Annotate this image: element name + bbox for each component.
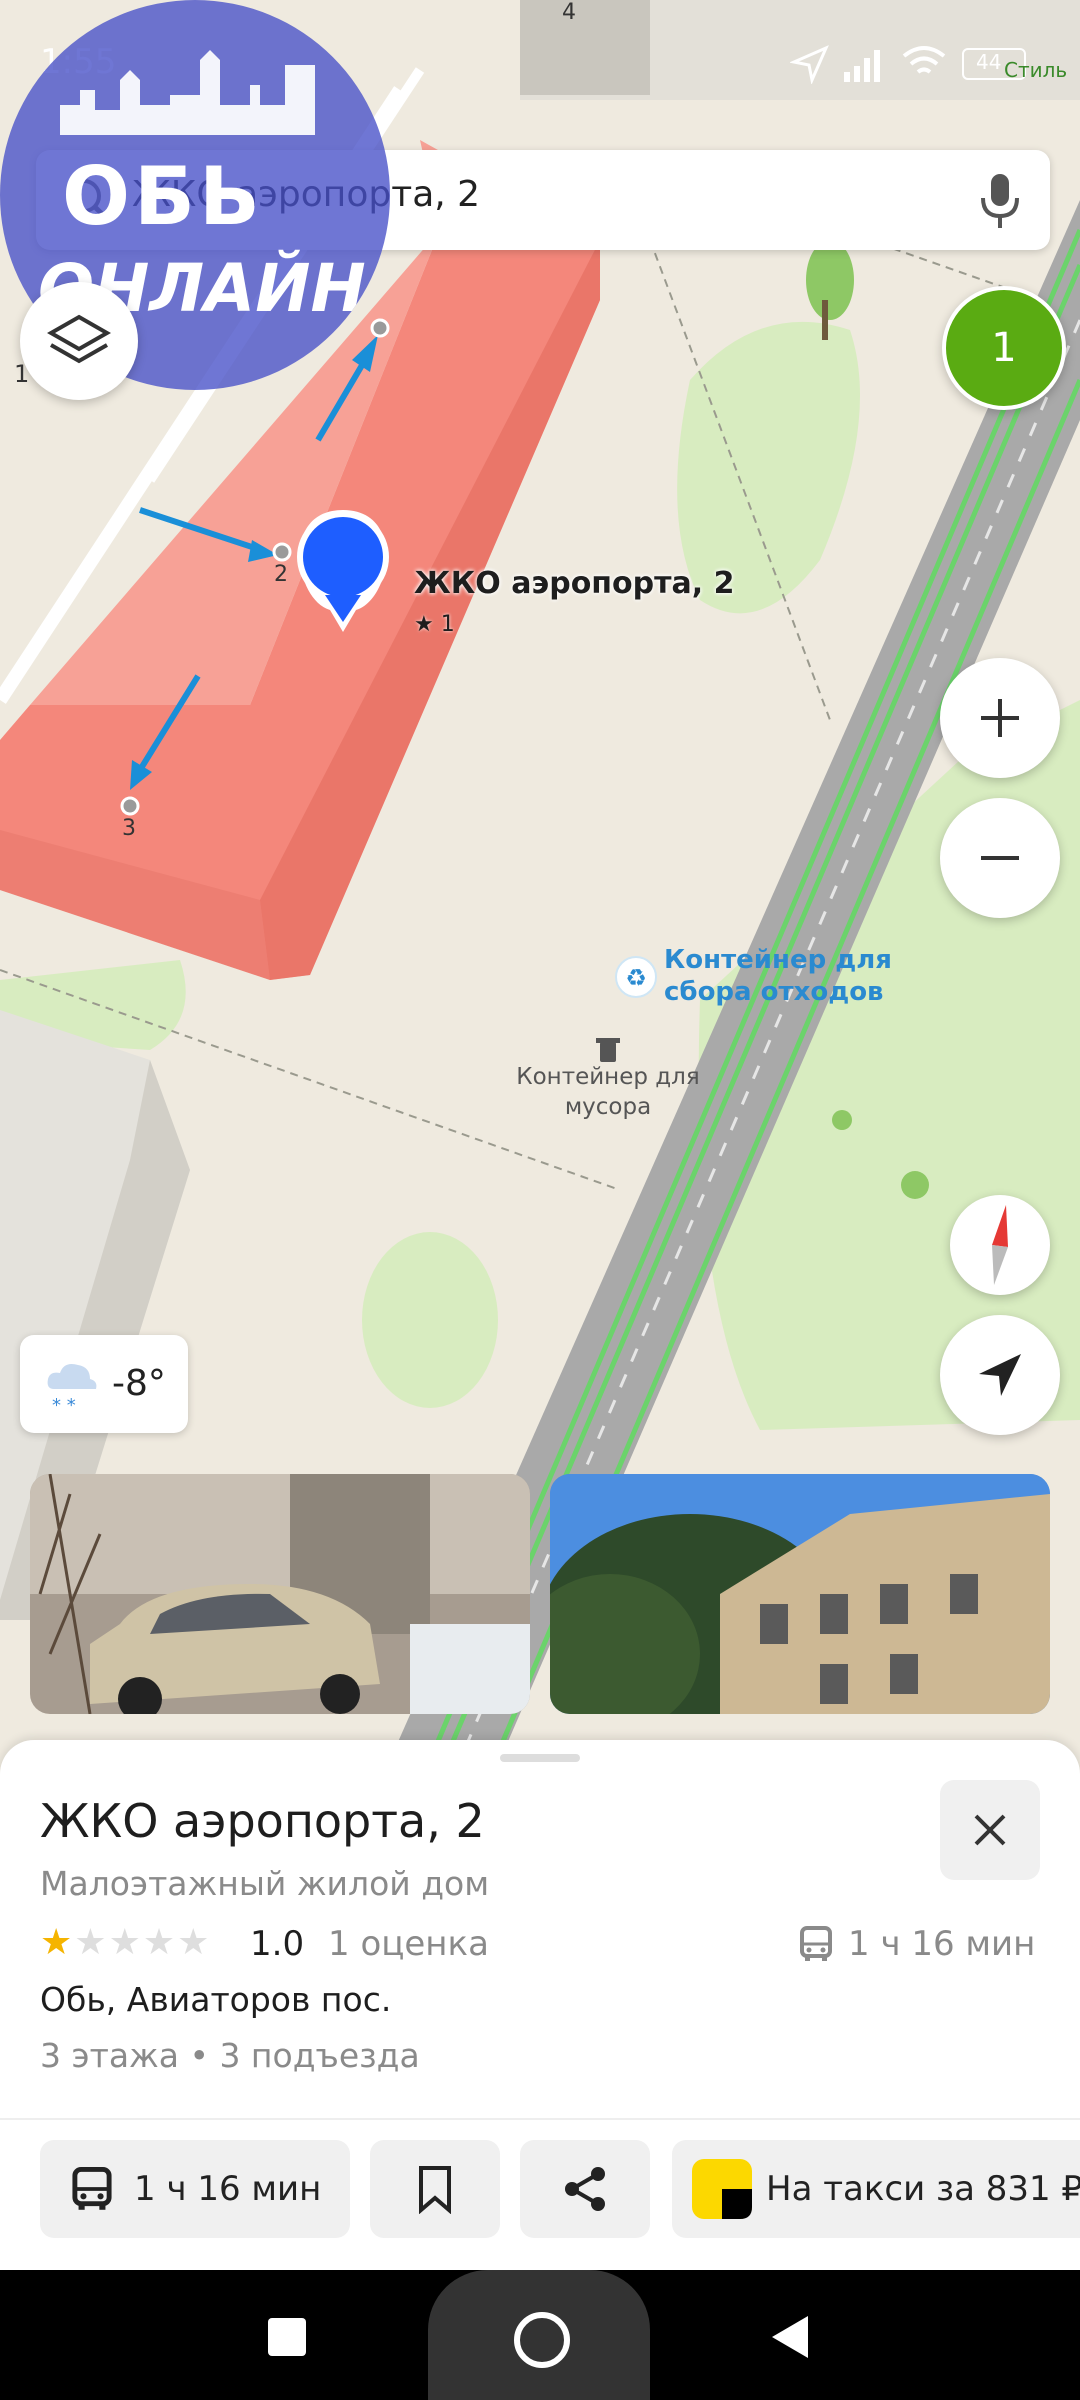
entrance-count-badge[interactable]: 1 (942, 286, 1066, 410)
share-icon (565, 2167, 605, 2211)
rating-value: 1.0 (250, 1924, 305, 1964)
svg-text:♻: ♻ (625, 964, 647, 992)
zoom-in-button[interactable] (940, 658, 1060, 778)
share-button[interactable] (520, 2140, 650, 2238)
navigation-arrow-icon (979, 1354, 1021, 1396)
snow-cloud-icon: * * (47, 1364, 97, 1415)
home-button[interactable] (514, 2312, 570, 2368)
my-location-button[interactable] (940, 1315, 1060, 1435)
transit-time: 1 ч 16 мин (848, 1924, 1036, 1964)
bus-icon (800, 1926, 832, 1961)
layers-icon (47, 314, 111, 364)
minus-icon (981, 856, 1019, 860)
star-filled-icon: ★ (40, 1922, 75, 1963)
recent-apps-button[interactable] (268, 2318, 306, 2356)
back-button[interactable] (768, 2314, 812, 2360)
city-skyline-icon (60, 50, 315, 135)
star-empty-icon: ★ (74, 1922, 109, 1963)
photo-thumbnail-2[interactable] (550, 1474, 1050, 1714)
layers-level: 1 (14, 360, 30, 388)
zoom-out-button[interactable] (940, 798, 1060, 918)
pin-rating: ★ 1 (414, 612, 455, 637)
compass-button[interactable] (950, 1195, 1050, 1295)
entrance-number-2: 2 (274, 562, 288, 587)
svg-text:* *: * * (52, 1395, 76, 1415)
place-category: Малоэтажный жилой дом (40, 1864, 490, 1903)
place-details: 3 этажа • 3 подъезда (40, 2036, 420, 2075)
signal-icon (844, 50, 880, 82)
sheet-divider (0, 2118, 1080, 2120)
pin-label[interactable]: ЖКО аэропорта, 2 (414, 566, 734, 601)
battery-level: 44 (976, 50, 1002, 74)
sheet-drag-handle[interactable] (500, 1754, 580, 1762)
route-button-label: 1 ч 16 мин (134, 2169, 322, 2209)
close-button[interactable] (940, 1780, 1040, 1880)
wifi-icon (902, 46, 946, 74)
microphone-icon[interactable] (976, 172, 1024, 230)
star-empty-icon: ★ (108, 1922, 143, 1963)
weather-temp: -8° (112, 1363, 166, 1404)
compass-icon (992, 1205, 1008, 1285)
entrance-count-value: 1 (991, 325, 1017, 371)
poi-recycle-label[interactable]: Контейнер для сбора отходов (664, 944, 894, 1008)
watermark-line1: ОБЬ (62, 150, 264, 243)
poi-trash-label[interactable]: Контейнер для мусора (508, 1062, 708, 1122)
bookmark-button[interactable] (370, 2140, 500, 2238)
bus-icon (72, 2167, 112, 2210)
carrier-label: Стиль (1004, 58, 1068, 82)
plus-icon (981, 699, 1019, 737)
place-title: ЖКО аэропорта, 2 (40, 1794, 485, 1848)
taxi-button[interactable]: На такси за 831 ₽ (672, 2140, 1080, 2238)
weather-widget[interactable]: * * -8° (20, 1335, 188, 1433)
close-icon (974, 1814, 1006, 1846)
taxi-button-label: На такси за 831 ₽ (766, 2169, 1080, 2209)
rating-count[interactable]: 1 оценка (328, 1924, 489, 1964)
place-card[interactable]: ЖКО аэропорта, 2 Малоэтажный жилой дом ★… (0, 1740, 1080, 2270)
taxi-icon (692, 2159, 752, 2219)
place-address[interactable]: Обь, Авиаторов пос. (40, 1980, 391, 2019)
star-empty-icon: ★ (177, 1922, 212, 1963)
system-nav-bar (0, 2270, 1080, 2400)
layers-button[interactable] (20, 282, 138, 400)
bookmark-icon (419, 2166, 451, 2214)
photo-thumbnail-1[interactable] (30, 1474, 530, 1714)
route-button[interactable]: 1 ч 16 мин (40, 2140, 350, 2238)
star-empty-icon: ★ (142, 1922, 178, 1963)
entrance-number-3: 3 (122, 816, 136, 841)
rating-stars: ★★★★★ (40, 1922, 211, 1963)
location-icon (790, 45, 829, 84)
rating-row[interactable]: ★★★★★ 1.0 1 оценка 1 ч 16 мин (40, 1920, 1040, 1970)
